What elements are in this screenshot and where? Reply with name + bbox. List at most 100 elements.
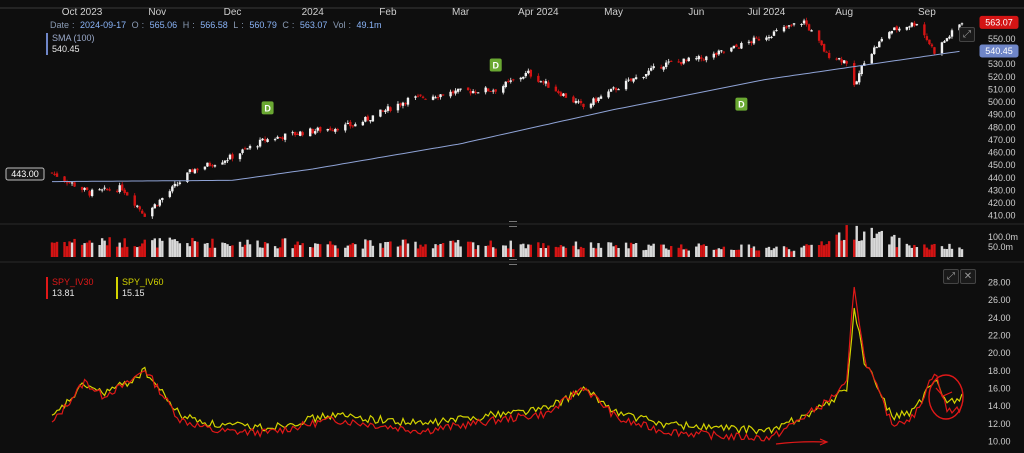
candle-body: [115, 190, 119, 192]
volume-bar: [863, 231, 866, 257]
volume-bar: [334, 245, 337, 257]
close-icon[interactable]: ✕: [960, 269, 976, 284]
candle-body: [609, 88, 613, 92]
ohlc-readout: Date: 2024-09-17 O: 565.06 H: 566.58 L: …: [50, 20, 382, 30]
candle-body: [263, 139, 267, 141]
volume-bar: [223, 243, 227, 257]
candle-body: [512, 79, 515, 81]
volume-bar: [730, 249, 733, 257]
candle-body: [589, 103, 593, 108]
volume-bar: [612, 246, 615, 257]
volume-bar: [158, 238, 161, 257]
iv-tick-label: 24.00: [988, 313, 1011, 323]
volume-bar: [765, 247, 768, 257]
volume-bar: [732, 249, 736, 257]
expand-icon[interactable]: ⤢: [943, 269, 959, 284]
volume-bar: [296, 241, 299, 257]
candle-body: [805, 20, 808, 25]
volume-bar: [617, 247, 620, 257]
iv-tick-label: 22.00: [988, 330, 1011, 340]
candle-body: [652, 66, 655, 69]
volume-bar: [805, 244, 808, 257]
low-value: 560.79: [249, 20, 277, 30]
y-tick-label: 530.00: [988, 59, 1016, 69]
y-tick-label: 450.00: [988, 160, 1016, 170]
volume-bar: [188, 246, 192, 257]
candle-body: [564, 93, 568, 98]
volume-bar: [624, 242, 628, 257]
pane-resize-handle[interactable]: [509, 259, 517, 265]
candle-body: [143, 213, 146, 217]
candle-body: [737, 47, 741, 49]
volume-bar: [213, 247, 217, 257]
candle-body: [685, 59, 688, 61]
candle-body: [592, 98, 595, 105]
candle-body: [476, 92, 480, 94]
expand-icon[interactable]: ⤢: [959, 27, 975, 42]
sma-price-tag-text: 540.45: [985, 46, 1013, 56]
candle-body: [439, 94, 442, 98]
volume-bar: [266, 243, 269, 257]
volume-bar: [489, 240, 492, 257]
candle-body: [895, 26, 899, 31]
candle-body: [574, 101, 578, 103]
iv30-legend[interactable]: SPY_IV30 13.81: [46, 277, 94, 299]
volume-bar: [248, 244, 252, 257]
candle-body: [712, 53, 716, 58]
candle-body: [933, 47, 936, 54]
volume-bar: [840, 240, 843, 257]
candle-body: [103, 187, 106, 189]
volume-bar: [281, 238, 284, 257]
close-value: 563.07: [299, 20, 328, 30]
volume-bar: [431, 248, 435, 257]
y-tick-label: 520.00: [988, 72, 1016, 82]
candle-body: [276, 136, 279, 139]
candle-body: [910, 22, 914, 27]
volume-bar: [238, 241, 242, 257]
candle-body: [960, 23, 964, 25]
volume-bar: [682, 249, 685, 257]
volume-bar: [687, 250, 690, 257]
volume-bar: [143, 239, 146, 257]
candle-body: [752, 37, 756, 44]
candle-body: [624, 80, 628, 90]
candle-body: [196, 168, 199, 171]
volume-bar: [471, 242, 475, 257]
volume-bar: [90, 242, 94, 257]
volume-bar: [85, 242, 89, 257]
sma-legend[interactable]: SMA (100) 540.45: [46, 33, 95, 55]
volume-tick-label: 50.0m: [988, 242, 1013, 252]
iv60-legend[interactable]: SPY_IV60 15.15: [116, 277, 164, 299]
volume-bar: [171, 239, 174, 257]
volume-bar: [156, 247, 159, 257]
candle-body: [802, 20, 806, 24]
candle-body: [401, 102, 405, 106]
volume-bar: [925, 247, 929, 257]
volume-bar: [509, 240, 512, 257]
volume-bar: [193, 241, 197, 257]
candle-body: [171, 186, 174, 192]
candle-body: [451, 91, 455, 94]
volume-bar: [767, 246, 771, 257]
volume-bar: [737, 249, 741, 257]
candle-body: [494, 89, 497, 92]
volume-bar: [860, 240, 863, 257]
volume-bar: [73, 238, 76, 257]
volume-bar: [80, 244, 84, 257]
volume-bar: [858, 240, 861, 257]
low-key: L: [233, 20, 239, 30]
candle-body: [554, 86, 558, 92]
candle-body: [667, 61, 670, 63]
candle-body: [416, 95, 420, 97]
volume-bar: [537, 242, 540, 257]
volume-bar: [492, 247, 495, 257]
pane-resize-handle[interactable]: [509, 221, 517, 227]
volume-bar: [136, 247, 139, 257]
volume-bar: [504, 245, 507, 257]
volume-bar: [599, 247, 603, 257]
volume-bar: [775, 246, 778, 257]
volume-bar: [369, 240, 372, 257]
high-value: 566.58: [200, 20, 228, 30]
volume-bar: [361, 248, 365, 257]
candle-body: [85, 187, 89, 190]
